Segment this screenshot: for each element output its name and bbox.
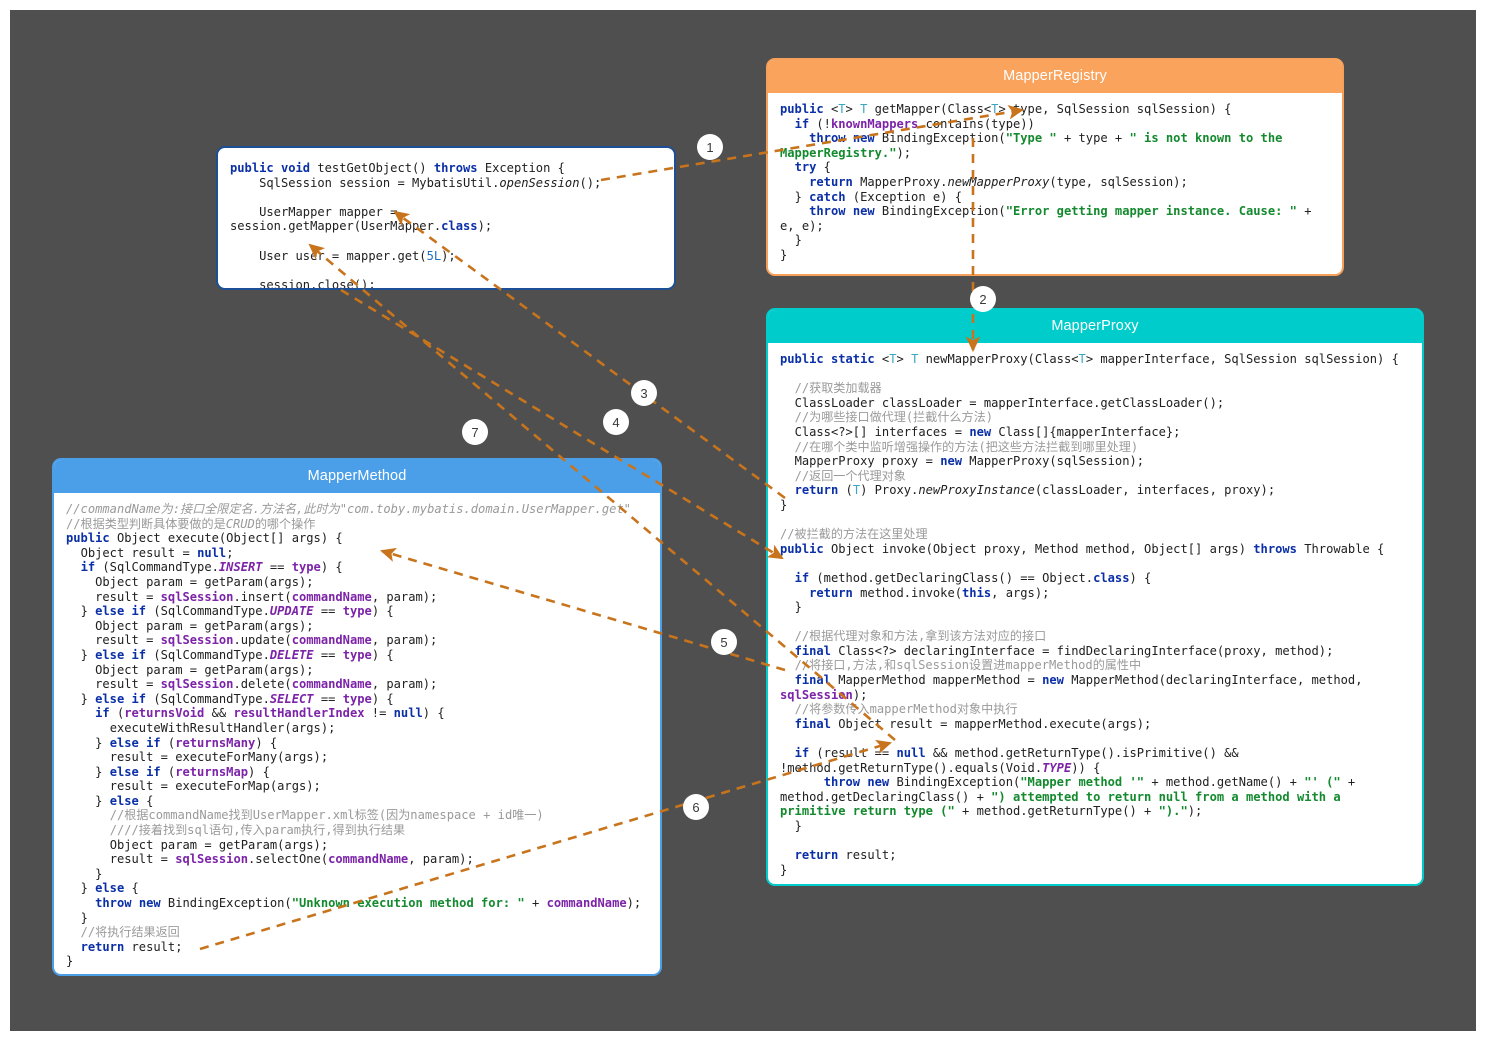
step-marker-5: 5 bbox=[711, 629, 737, 655]
step-marker-7-label: 7 bbox=[471, 424, 479, 440]
step-marker-3-label: 3 bbox=[640, 385, 648, 401]
mapper-proxy-title: MapperProxy bbox=[768, 310, 1422, 343]
mapper-method-title: MapperMethod bbox=[54, 460, 660, 493]
code-mapper-proxy: public static <T> T newMapperProxy(Class… bbox=[780, 352, 1399, 877]
code-box-mapper-proxy: MapperProxy public static <T> T newMappe… bbox=[766, 308, 1424, 886]
step-marker-1: 1 bbox=[697, 134, 723, 160]
code-box-mapper-method: MapperMethod //commandName为:接口全限定名.方法名,此… bbox=[52, 458, 662, 976]
code-test: public void testGetObject() throws Excep… bbox=[230, 161, 602, 290]
step-marker-5-label: 5 bbox=[720, 634, 728, 650]
step-marker-1-label: 1 bbox=[706, 139, 714, 155]
step-marker-4: 4 bbox=[603, 409, 629, 435]
code-box-mapper-registry: MapperRegistry public <T> T getMapper(Cl… bbox=[766, 58, 1344, 276]
step-marker-2: 2 bbox=[970, 286, 996, 312]
code-mapper-method: //commandName为:接口全限定名.方法名,此时为"com.toby.m… bbox=[66, 502, 642, 969]
step-marker-6: 6 bbox=[683, 794, 709, 820]
step-marker-4-label: 4 bbox=[612, 414, 620, 430]
step-marker-6-label: 6 bbox=[692, 799, 700, 815]
step-marker-2-label: 2 bbox=[979, 291, 987, 307]
step-marker-7: 7 bbox=[462, 419, 488, 445]
mapper-registry-title: MapperRegistry bbox=[768, 60, 1342, 93]
diagram-canvas: public void testGetObject() throws Excep… bbox=[10, 10, 1476, 1031]
code-mapper-registry: public <T> T getMapper(Class<T> type, Sq… bbox=[780, 102, 1312, 262]
step-marker-3: 3 bbox=[631, 380, 657, 406]
code-box-test: public void testGetObject() throws Excep… bbox=[216, 146, 676, 290]
